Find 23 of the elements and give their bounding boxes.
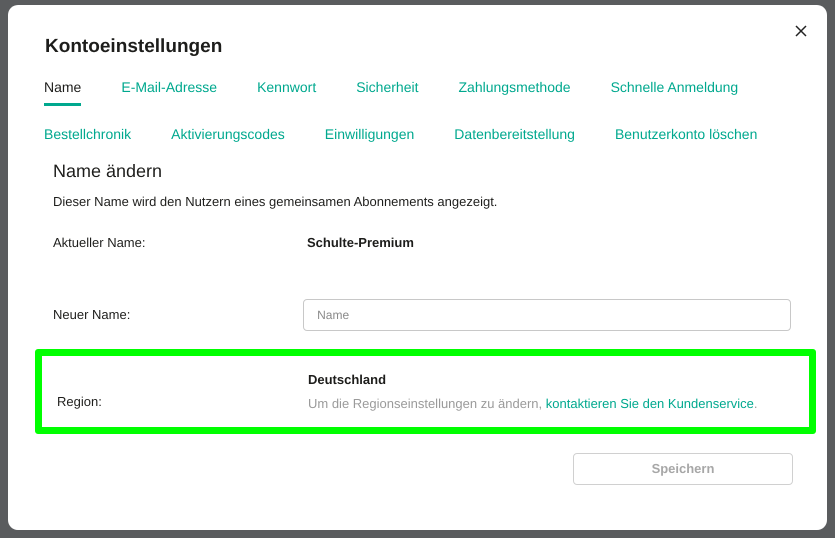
customer-service-link[interactable]: kontaktieren Sie den Kundenservice — [546, 396, 754, 411]
current-name-value: Schulte-Premium — [307, 234, 414, 252]
tab[interactable]: Zahlungsmethode — [458, 77, 571, 106]
region-note: Um die Regionseinstellungen zu ändern, kontaktieren Sie den Kundenservice. — [308, 395, 758, 413]
section-description: Dieser Name wird den Nutzern eines gemeinsamen Abonnements angezeigt. — [53, 193, 498, 211]
name-input-field[interactable]: Name — [303, 299, 791, 331]
tab[interactable]: Benutzerkonto löschen — [614, 124, 758, 153]
section-heading: Name ändern — [53, 160, 164, 183]
close-icon — [795, 25, 807, 37]
dialog-title: Kontoeinstellungen — [45, 35, 224, 59]
tab[interactable]: Schnelle Anmeldung — [610, 77, 738, 106]
tab[interactable]: Aktivierungscodes — [171, 124, 285, 153]
tab[interactable]: E-Mail-Adresse — [121, 77, 218, 106]
tab[interactable]: Einwilligungen — [324, 124, 414, 153]
field-label: Aktueller Name: — [53, 234, 146, 252]
tab[interactable]: Kennwort — [257, 77, 316, 106]
region-value: Deutschland — [308, 370, 388, 388]
field-label: Region: — [57, 392, 103, 411]
tab[interactable]: Name — [44, 77, 82, 106]
tab[interactable]: Bestellchronik — [44, 124, 132, 153]
field-label: Neuer Name: — [53, 306, 132, 324]
tab[interactable]: Datenbereitstellung — [454, 124, 575, 153]
tab[interactable]: Sicherheit — [356, 77, 418, 106]
